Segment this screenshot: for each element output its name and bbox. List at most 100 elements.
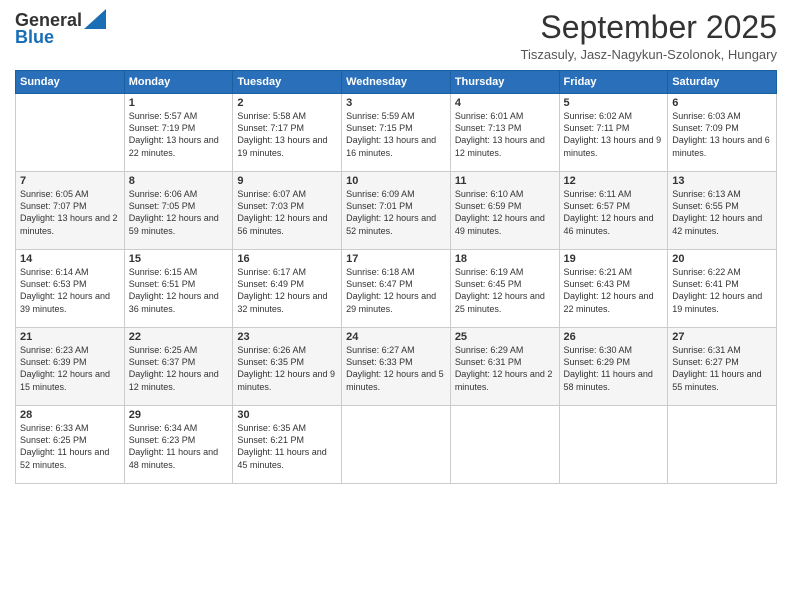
calendar-cell: 16Sunrise: 6:17 AM Sunset: 6:49 PM Dayli… (233, 250, 342, 328)
day-number: 8 (129, 175, 229, 187)
calendar-cell: 5Sunrise: 6:02 AM Sunset: 7:11 PM Daylig… (559, 94, 668, 172)
cell-info: Sunrise: 6:23 AM Sunset: 6:39 PM Dayligh… (20, 344, 120, 393)
cell-info: Sunrise: 6:02 AM Sunset: 7:11 PM Dayligh… (564, 110, 664, 159)
location-text: Tiszasuly, Jasz-Nagykun-Szolonok, Hungar… (521, 47, 778, 62)
calendar-cell: 27Sunrise: 6:31 AM Sunset: 6:27 PM Dayli… (668, 328, 777, 406)
calendar-cell: 17Sunrise: 6:18 AM Sunset: 6:47 PM Dayli… (342, 250, 451, 328)
cell-info: Sunrise: 6:31 AM Sunset: 6:27 PM Dayligh… (672, 344, 772, 393)
day-number: 15 (129, 253, 229, 265)
day-number: 6 (672, 97, 772, 109)
cell-info: Sunrise: 6:21 AM Sunset: 6:43 PM Dayligh… (564, 266, 664, 315)
cell-info: Sunrise: 6:26 AM Sunset: 6:35 PM Dayligh… (237, 344, 337, 393)
day-number: 24 (346, 331, 446, 343)
cell-info: Sunrise: 6:30 AM Sunset: 6:29 PM Dayligh… (564, 344, 664, 393)
calendar-cell: 4Sunrise: 6:01 AM Sunset: 7:13 PM Daylig… (450, 94, 559, 172)
col-friday: Friday (559, 71, 668, 94)
day-number: 3 (346, 97, 446, 109)
calendar-cell: 29Sunrise: 6:34 AM Sunset: 6:23 PM Dayli… (124, 406, 233, 484)
cell-info: Sunrise: 6:06 AM Sunset: 7:05 PM Dayligh… (129, 188, 229, 237)
calendar-week-row: 21Sunrise: 6:23 AM Sunset: 6:39 PM Dayli… (16, 328, 777, 406)
day-number: 22 (129, 331, 229, 343)
calendar-cell: 21Sunrise: 6:23 AM Sunset: 6:39 PM Dayli… (16, 328, 125, 406)
cell-info: Sunrise: 5:58 AM Sunset: 7:17 PM Dayligh… (237, 110, 337, 159)
cell-info: Sunrise: 5:57 AM Sunset: 7:19 PM Dayligh… (129, 110, 229, 159)
cell-info: Sunrise: 6:01 AM Sunset: 7:13 PM Dayligh… (455, 110, 555, 159)
day-number: 9 (237, 175, 337, 187)
cell-info: Sunrise: 6:17 AM Sunset: 6:49 PM Dayligh… (237, 266, 337, 315)
cell-info: Sunrise: 6:22 AM Sunset: 6:41 PM Dayligh… (672, 266, 772, 315)
calendar-cell: 8Sunrise: 6:06 AM Sunset: 7:05 PM Daylig… (124, 172, 233, 250)
calendar-cell: 28Sunrise: 6:33 AM Sunset: 6:25 PM Dayli… (16, 406, 125, 484)
title-section: September 2025 Tiszasuly, Jasz-Nagykun-S… (521, 10, 778, 62)
cell-info: Sunrise: 6:34 AM Sunset: 6:23 PM Dayligh… (129, 422, 229, 471)
calendar-cell: 10Sunrise: 6:09 AM Sunset: 7:01 PM Dayli… (342, 172, 451, 250)
cell-info: Sunrise: 5:59 AM Sunset: 7:15 PM Dayligh… (346, 110, 446, 159)
day-number: 16 (237, 253, 337, 265)
calendar-cell: 23Sunrise: 6:26 AM Sunset: 6:35 PM Dayli… (233, 328, 342, 406)
calendar-cell: 22Sunrise: 6:25 AM Sunset: 6:37 PM Dayli… (124, 328, 233, 406)
calendar-cell (450, 406, 559, 484)
day-number: 17 (346, 253, 446, 265)
cell-info: Sunrise: 6:14 AM Sunset: 6:53 PM Dayligh… (20, 266, 120, 315)
cell-info: Sunrise: 6:15 AM Sunset: 6:51 PM Dayligh… (129, 266, 229, 315)
cell-info: Sunrise: 6:05 AM Sunset: 7:07 PM Dayligh… (20, 188, 120, 237)
cell-info: Sunrise: 6:07 AM Sunset: 7:03 PM Dayligh… (237, 188, 337, 237)
month-title: September 2025 (521, 10, 778, 45)
day-number: 4 (455, 97, 555, 109)
cell-info: Sunrise: 6:25 AM Sunset: 6:37 PM Dayligh… (129, 344, 229, 393)
calendar-cell: 25Sunrise: 6:29 AM Sunset: 6:31 PM Dayli… (450, 328, 559, 406)
calendar-cell: 19Sunrise: 6:21 AM Sunset: 6:43 PM Dayli… (559, 250, 668, 328)
cell-info: Sunrise: 6:10 AM Sunset: 6:59 PM Dayligh… (455, 188, 555, 237)
col-tuesday: Tuesday (233, 71, 342, 94)
day-number: 28 (20, 409, 120, 421)
calendar-cell: 13Sunrise: 6:13 AM Sunset: 6:55 PM Dayli… (668, 172, 777, 250)
calendar-cell: 12Sunrise: 6:11 AM Sunset: 6:57 PM Dayli… (559, 172, 668, 250)
col-sunday: Sunday (16, 71, 125, 94)
calendar-cell (342, 406, 451, 484)
header-row: Sunday Monday Tuesday Wednesday Thursday… (16, 71, 777, 94)
cell-info: Sunrise: 6:27 AM Sunset: 6:33 PM Dayligh… (346, 344, 446, 393)
day-number: 10 (346, 175, 446, 187)
calendar-cell: 1Sunrise: 5:57 AM Sunset: 7:19 PM Daylig… (124, 94, 233, 172)
day-number: 23 (237, 331, 337, 343)
calendar-cell (559, 406, 668, 484)
day-number: 13 (672, 175, 772, 187)
calendar-table: Sunday Monday Tuesday Wednesday Thursday… (15, 70, 777, 484)
logo-icon (84, 9, 106, 29)
calendar-cell: 14Sunrise: 6:14 AM Sunset: 6:53 PM Dayli… (16, 250, 125, 328)
day-number: 1 (129, 97, 229, 109)
day-number: 19 (564, 253, 664, 265)
day-number: 27 (672, 331, 772, 343)
calendar-week-row: 1Sunrise: 5:57 AM Sunset: 7:19 PM Daylig… (16, 94, 777, 172)
day-number: 18 (455, 253, 555, 265)
col-wednesday: Wednesday (342, 71, 451, 94)
calendar-week-row: 14Sunrise: 6:14 AM Sunset: 6:53 PM Dayli… (16, 250, 777, 328)
logo: General Blue (15, 10, 106, 48)
col-thursday: Thursday (450, 71, 559, 94)
col-saturday: Saturday (668, 71, 777, 94)
calendar-cell: 7Sunrise: 6:05 AM Sunset: 7:07 PM Daylig… (16, 172, 125, 250)
cell-info: Sunrise: 6:19 AM Sunset: 6:45 PM Dayligh… (455, 266, 555, 315)
day-number: 11 (455, 175, 555, 187)
day-number: 12 (564, 175, 664, 187)
day-number: 29 (129, 409, 229, 421)
cell-info: Sunrise: 6:09 AM Sunset: 7:01 PM Dayligh… (346, 188, 446, 237)
day-number: 21 (20, 331, 120, 343)
calendar-week-row: 28Sunrise: 6:33 AM Sunset: 6:25 PM Dayli… (16, 406, 777, 484)
day-number: 7 (20, 175, 120, 187)
calendar-cell: 2Sunrise: 5:58 AM Sunset: 7:17 PM Daylig… (233, 94, 342, 172)
day-number: 26 (564, 331, 664, 343)
calendar-cell: 26Sunrise: 6:30 AM Sunset: 6:29 PM Dayli… (559, 328, 668, 406)
day-number: 30 (237, 409, 337, 421)
day-number: 20 (672, 253, 772, 265)
day-number: 25 (455, 331, 555, 343)
calendar-cell: 30Sunrise: 6:35 AM Sunset: 6:21 PM Dayli… (233, 406, 342, 484)
day-number: 14 (20, 253, 120, 265)
calendar-week-row: 7Sunrise: 6:05 AM Sunset: 7:07 PM Daylig… (16, 172, 777, 250)
cell-info: Sunrise: 6:35 AM Sunset: 6:21 PM Dayligh… (237, 422, 337, 471)
day-number: 5 (564, 97, 664, 109)
calendar-page: General Blue September 2025 Tiszasuly, J… (0, 0, 792, 612)
col-monday: Monday (124, 71, 233, 94)
calendar-cell: 18Sunrise: 6:19 AM Sunset: 6:45 PM Dayli… (450, 250, 559, 328)
calendar-cell (668, 406, 777, 484)
